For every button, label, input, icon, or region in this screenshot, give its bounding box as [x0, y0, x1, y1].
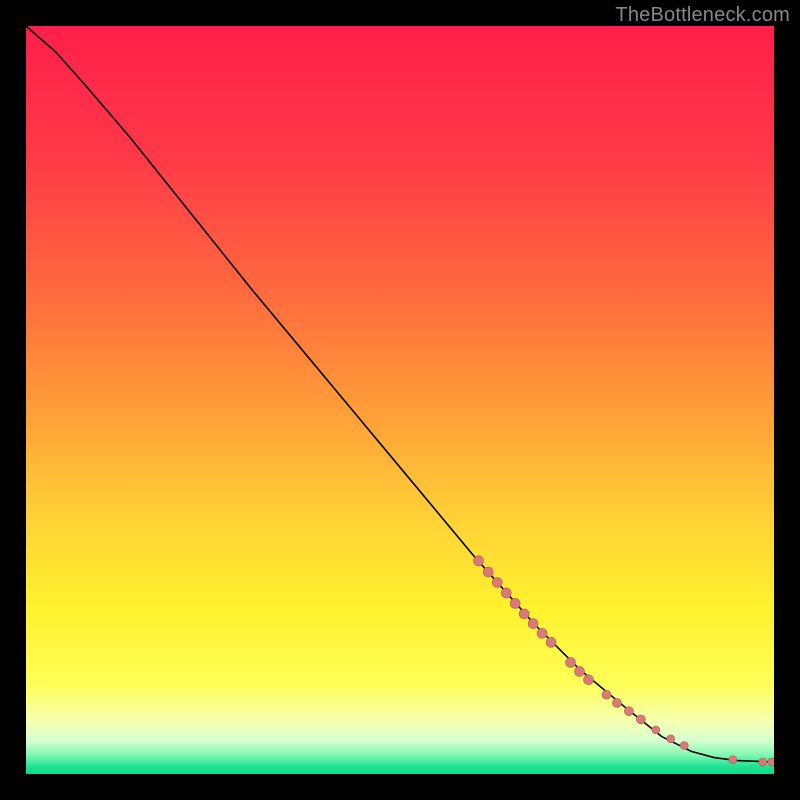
data-dot [652, 726, 660, 734]
data-dot [575, 667, 585, 677]
data-dot [680, 742, 688, 750]
data-dot [474, 556, 484, 566]
data-dot [584, 675, 594, 685]
data-dot [501, 588, 511, 598]
data-dot [729, 756, 737, 764]
data-dot [759, 758, 767, 766]
data-dot [768, 758, 774, 766]
plot-svg [26, 26, 774, 774]
data-dot [636, 715, 645, 724]
gradient-background [26, 26, 774, 774]
data-dot [492, 578, 502, 588]
plot-area [26, 26, 774, 774]
data-dot [546, 637, 556, 647]
data-dot [483, 567, 493, 577]
chart-frame: TheBottleneck.com [0, 0, 800, 800]
watermark-text: TheBottleneck.com [615, 4, 790, 27]
data-dot [510, 598, 520, 608]
data-dot [528, 619, 538, 629]
data-dot [566, 658, 576, 668]
data-dot [519, 609, 529, 619]
data-dot [537, 628, 547, 638]
data-dot [602, 690, 611, 699]
data-dot [612, 698, 621, 707]
data-dot [624, 707, 633, 716]
data-dot [667, 735, 675, 743]
